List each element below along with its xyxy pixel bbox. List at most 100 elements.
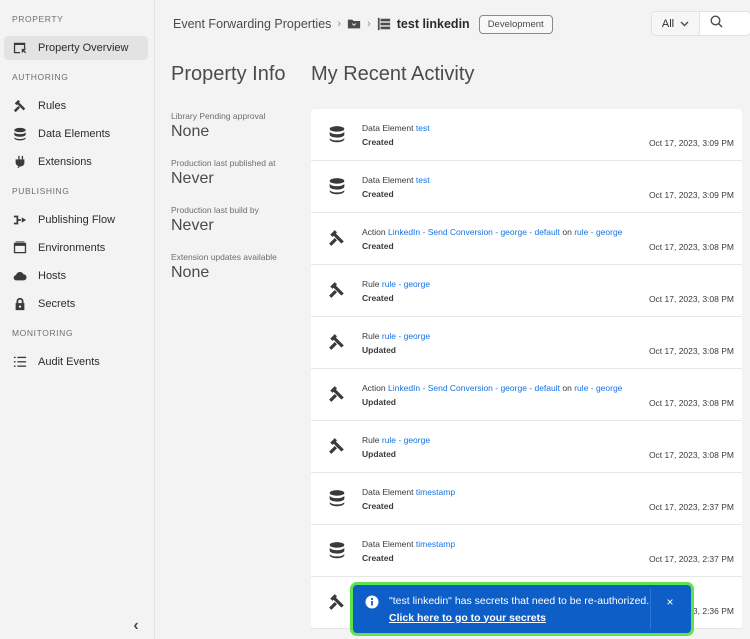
info-value: Never	[171, 217, 214, 234]
sidebar-item-extensions[interactable]: Extensions	[4, 150, 148, 174]
sidebar-item-label: Audit Events	[38, 356, 100, 368]
collapse-sidebar-button[interactable]: ‹	[128, 617, 144, 634]
activity-description: Data Element timestamp	[362, 487, 455, 497]
section-label-publishing: PUBLISHING	[12, 186, 70, 196]
activity-status: Created	[362, 293, 394, 303]
activity-type: Data Element	[362, 175, 414, 185]
activity-description: Action LinkedIn - Send Conversion - geor…	[362, 227, 622, 237]
activity-item-link[interactable]: rule - george	[382, 435, 430, 445]
breadcrumb-separator: ›	[337, 18, 342, 30]
activity-item-link[interactable]: rule - george	[382, 279, 430, 289]
section-label-monitoring: MONITORING	[12, 328, 74, 338]
activity-row: Rule rule - george Updated Oct 17, 2023, 3…	[311, 317, 742, 369]
activity-description: Data Element timestamp	[362, 539, 455, 549]
info-library-pending: Library Pending approval None	[171, 111, 266, 141]
sidebar-item-label: Extensions	[38, 156, 92, 168]
info-production-build: Production last build by Never	[171, 205, 259, 235]
toast-message: "test linkedin" has secrets that need to…	[389, 594, 650, 607]
chevron-down-icon	[680, 18, 689, 30]
info-label: Production last build by	[171, 205, 259, 215]
search-scope-select[interactable]: All	[652, 12, 700, 35]
breadcrumb-separator: ›	[367, 18, 371, 30]
activity-description: Action LinkedIn - Send Conversion - geor…	[362, 383, 622, 393]
activity-row: Rule rule - george Created Oct 17, 2023, 3…	[311, 265, 742, 317]
data-element-icon	[328, 489, 346, 507]
extensions-icon	[12, 154, 28, 170]
info-icon	[365, 595, 379, 609]
activity-status: Created	[362, 553, 394, 563]
activity-timestamp: Oct 17, 2023, 2:37 PM	[648, 554, 734, 564]
search-group: All	[651, 11, 750, 36]
activity-description: Rule rule - george	[362, 435, 430, 445]
search-icon	[710, 14, 723, 33]
close-icon[interactable]: ×	[663, 595, 677, 609]
header: Event Forwarding Properties › › test lin…	[156, 0, 750, 48]
rule-icon	[328, 333, 346, 351]
sidebar-item-property-overview[interactable]: Property Overview	[4, 36, 148, 60]
info-label: Library Pending approval	[171, 111, 266, 121]
data-element-icon	[328, 541, 346, 559]
activity-target-link[interactable]: rule - george	[574, 227, 622, 237]
sidebar-item-label: Hosts	[38, 270, 67, 282]
rule-icon	[328, 437, 346, 455]
activity-item-link[interactable]: timestamp	[416, 487, 455, 497]
folder-icon[interactable]	[347, 17, 361, 31]
sidebar-item-label: Data Elements	[38, 128, 111, 140]
activity-status: Created	[362, 241, 394, 251]
activity-item-link[interactable]: LinkedIn - Send Conversion - george - de…	[388, 383, 560, 393]
environments-icon	[12, 240, 28, 256]
activity-row: Data Element test Created Oct 17, 2023, 3:…	[311, 109, 742, 161]
environment-badge: Development	[478, 14, 553, 34]
section-label-property: PROPERTY	[12, 14, 64, 24]
activity-timestamp: Oct 17, 2023, 3:09 PM	[648, 190, 734, 200]
info-label: Production last published at	[171, 158, 276, 168]
activity-type: Rule	[362, 279, 380, 289]
property-overview-icon	[12, 40, 28, 56]
property-name: test linkedin	[396, 17, 470, 31]
sidebar-item-hosts[interactable]: Hosts	[4, 264, 148, 288]
go-to-secrets-link[interactable]: Click here to go to your secrets	[389, 612, 650, 624]
chevron-left-icon: ‹	[133, 617, 139, 634]
activity-status: Created	[362, 189, 394, 199]
activity-item-link[interactable]: rule - george	[382, 331, 430, 341]
sidebar-item-environments[interactable]: Environments	[4, 236, 148, 260]
activity-type: Rule	[362, 331, 380, 341]
activity-item-link[interactable]: test	[416, 175, 430, 185]
activity-item-link[interactable]: test	[416, 123, 430, 133]
breadcrumb-root[interactable]: Event Forwarding Properties	[173, 17, 331, 31]
activity-item-link[interactable]: timestamp	[416, 539, 455, 549]
activity-row: Action LinkedIn - Send Conversion - geor…	[311, 369, 742, 421]
data-element-icon	[328, 177, 346, 195]
activity-description: Rule rule - george	[362, 331, 430, 341]
activity-type: Data Element	[362, 539, 414, 549]
sidebar-item-data-elements[interactable]: Data Elements	[4, 122, 148, 146]
publishing-flow-icon	[12, 212, 28, 228]
activity-timestamp: Oct 17, 2023, 3:08 PM	[648, 450, 734, 460]
sidebar-item-audit-events[interactable]: Audit Events	[4, 350, 148, 374]
activity-target-link[interactable]: rule - george	[574, 383, 622, 393]
activity-item-link[interactable]: LinkedIn - Send Conversion - george - de…	[388, 227, 560, 237]
toast-divider	[650, 589, 651, 629]
activity-timestamp: Oct 17, 2023, 3:08 PM	[648, 398, 734, 408]
activity-timestamp: Oct 17, 2023, 3:08 PM	[648, 242, 734, 252]
activity-timestamp: Oct 17, 2023, 2:37 PM	[648, 502, 734, 512]
activity-status: Created	[362, 501, 394, 511]
sidebar-item-secrets[interactable]: Secrets	[4, 292, 148, 316]
sidebar-item-rules[interactable]: Rules	[4, 94, 148, 118]
info-extension-updates: Extension updates available None	[171, 252, 277, 282]
data-element-icon	[328, 125, 346, 143]
activity-type: Rule	[362, 435, 380, 445]
info-value: None	[171, 123, 210, 140]
activity-timestamp: Oct 17, 2023, 3:09 PM	[648, 138, 734, 148]
toast-content: "test linkedin" has secrets that need to…	[389, 595, 650, 624]
app-root: PROPERTY Property Overview AUTHORING Rul…	[0, 0, 750, 639]
hosts-icon	[12, 268, 28, 284]
rule-icon	[328, 593, 346, 611]
sidebar-item-publishing-flow[interactable]: Publishing Flow	[4, 208, 148, 232]
search-input[interactable]	[700, 12, 750, 35]
activity-on: on	[562, 383, 572, 393]
activity-type: Data Element	[362, 487, 414, 497]
activity-row: Data Element test Created Oct 17, 2023, 3:…	[311, 161, 742, 213]
recent-activity-title: My Recent Activity	[311, 63, 475, 85]
activity-description: Data Element test	[362, 175, 430, 185]
